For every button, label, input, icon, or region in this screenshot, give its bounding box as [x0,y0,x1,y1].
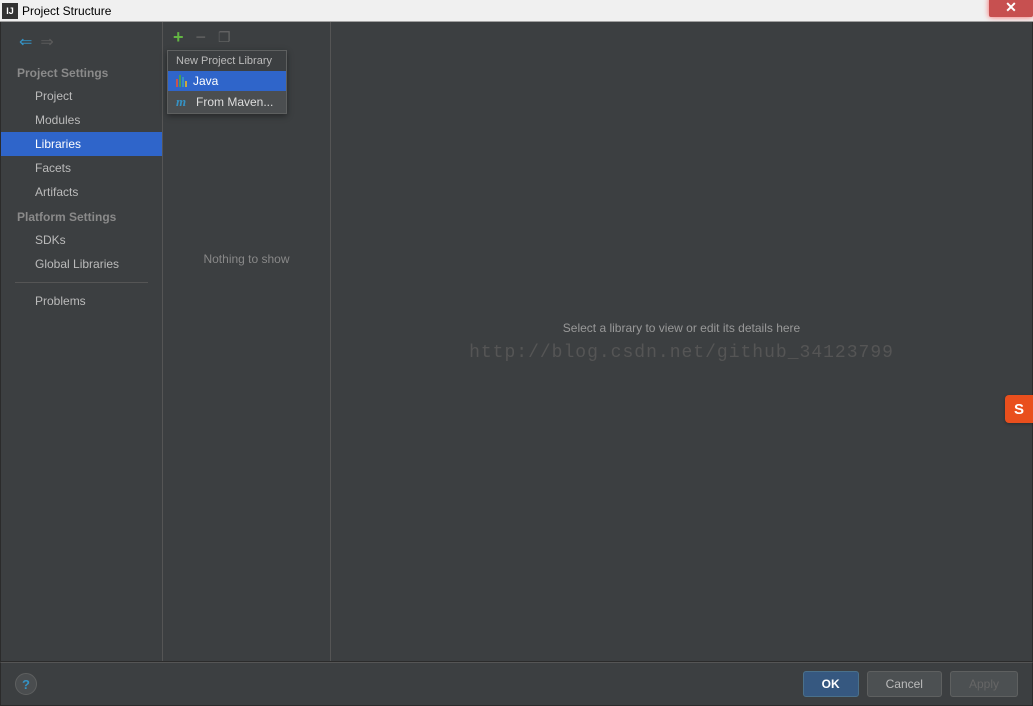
sidebar-item-project[interactable]: Project [1,84,162,108]
nothing-to-show: Nothing to show [163,252,330,266]
toolbar: + − ❐ [163,22,330,52]
sidebar-item-sdks[interactable]: SDKs [1,228,162,252]
help-icon[interactable]: ? [15,673,37,695]
section-platform-settings: Platform Settings [1,204,162,228]
forward-arrow-icon[interactable]: ⇒ [40,32,53,52]
sidebar-item-problems[interactable]: Problems [1,289,162,313]
footer: ? OK Cancel Apply [0,662,1033,706]
library-list-panel: + − ❐ New Project Library Java m From Ma… [163,22,331,661]
add-icon[interactable]: + [173,28,184,46]
nav-arrows: ⇐ ⇒ [1,28,162,60]
popup-item-label: From Maven... [196,95,273,109]
back-arrow-icon[interactable]: ⇐ [19,32,32,52]
sidebar-item-global-libraries[interactable]: Global Libraries [1,252,162,276]
content-area: ⇐ ⇒ Project Settings Project Modules Lib… [0,22,1033,662]
section-project-settings: Project Settings [1,60,162,84]
ime-badge[interactable]: S [1005,395,1033,423]
close-button[interactable]: ✕ [989,0,1033,17]
window-title: Project Structure [22,4,111,18]
popup-item-label: Java [193,74,218,88]
sidebar-item-modules[interactable]: Modules [1,108,162,132]
ok-button[interactable]: OK [803,671,859,697]
popup-item-maven[interactable]: m From Maven... [168,91,286,113]
sidebar-item-artifacts[interactable]: Artifacts [1,180,162,204]
java-icon [176,75,187,87]
copy-icon: ❐ [218,29,231,46]
popup-header: New Project Library [168,51,286,71]
detail-placeholder: Select a library to view or edit its det… [563,321,800,335]
sidebar-item-libraries[interactable]: Libraries [1,132,162,156]
apply-button[interactable]: Apply [950,671,1018,697]
popup-item-java[interactable]: Java [168,71,286,91]
remove-icon: − [196,28,207,46]
detail-panel: Select a library to view or edit its det… [331,22,1032,661]
titlebar: IJ Project Structure ✕ [0,0,1033,22]
cancel-button[interactable]: Cancel [867,671,942,697]
app-icon: IJ [2,3,18,19]
divider [15,282,148,283]
maven-icon: m [176,94,190,110]
sidebar-item-facets[interactable]: Facets [1,156,162,180]
sidebar: ⇐ ⇒ Project Settings Project Modules Lib… [1,22,163,661]
new-library-popup: New Project Library Java m From Maven... [167,50,287,114]
watermark: http://blog.csdn.net/github_34123799 [469,343,894,363]
